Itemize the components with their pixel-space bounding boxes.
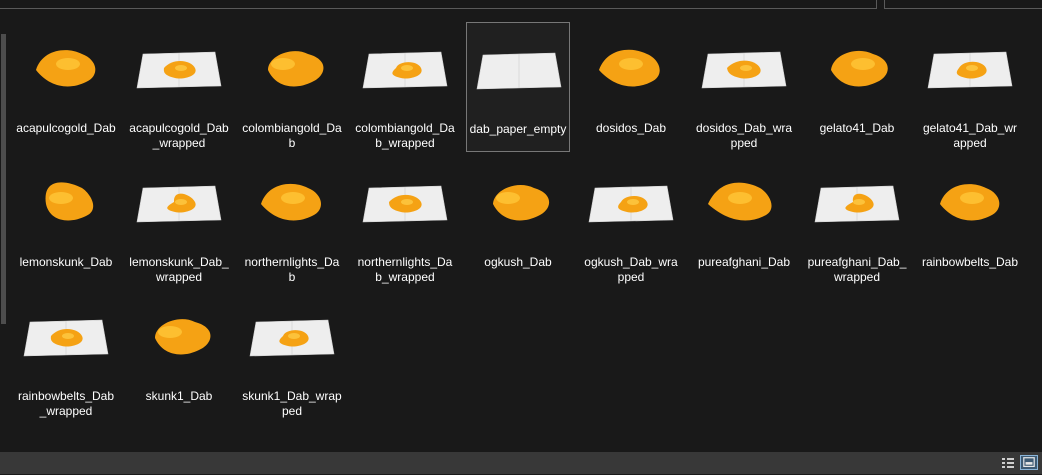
file-name: acapulcogold_Dab: [16, 121, 116, 135]
image-thumbnail: [811, 158, 903, 244]
image-thumbnail: [585, 158, 677, 244]
file-name: dosidos_Dab: [595, 121, 667, 135]
file-name: lemonskunk_Dab: [19, 255, 113, 269]
image-thumbnail: [20, 24, 112, 110]
image-thumbnail: [133, 158, 225, 244]
file-name: pureafghani_Dab: [697, 255, 791, 269]
file-item[interactable]: rainbowbelts_Dab_wrapped: [14, 290, 118, 420]
image-thumbnail: [133, 292, 225, 378]
file-name: rainbowbelts_Dab: [921, 255, 1019, 269]
large-icons-view-icon[interactable]: [1020, 455, 1038, 470]
file-item[interactable]: skunk1_Dab: [127, 290, 231, 420]
file-item[interactable]: gelato41_Dab_wrapped: [918, 22, 1022, 152]
image-thumbnail: [924, 24, 1016, 110]
image-thumbnail: [585, 24, 677, 110]
file-item[interactable]: pureafghani_Dab: [692, 156, 796, 286]
details-view-icon[interactable]: [999, 455, 1017, 470]
file-grid: acapulcogold_Dab acapulcogold_Dab_wrapped…: [14, 22, 1038, 442]
file-item[interactable]: lemonskunk_Dab: [14, 156, 118, 286]
file-item[interactable]: lemonskunk_Dab_wrapped: [127, 156, 231, 286]
file-name: pureafghani_Dab_wrapped: [807, 255, 907, 284]
toolbar: [0, 0, 1042, 12]
file-name: ogkush_Dab: [484, 255, 552, 269]
file-item[interactable]: pureafghani_Dab_wrapped: [805, 156, 909, 286]
image-thumbnail: [924, 158, 1016, 244]
image-thumbnail: [246, 24, 338, 110]
file-item[interactable]: colombiangold_Dab_wrapped: [353, 22, 457, 152]
file-name: lemonskunk_Dab_wrapped: [129, 255, 229, 284]
image-thumbnail: [359, 158, 451, 244]
file-name: acapulcogold_Dab_wrapped: [129, 121, 229, 150]
file-item[interactable]: northernlights_Dab_wrapped: [353, 156, 457, 286]
paper-thumbnail: [473, 25, 565, 111]
file-item[interactable]: gelato41_Dab: [805, 22, 909, 152]
status-bar: [0, 452, 1042, 474]
image-thumbnail: [246, 158, 338, 244]
image-thumbnail: [246, 292, 338, 378]
image-thumbnail: [20, 158, 112, 244]
file-name: skunk1_Dab_wrapped: [242, 389, 342, 418]
search-box[interactable]: [884, 0, 1042, 9]
file-item[interactable]: dosidos_Dab: [579, 22, 683, 152]
file-item[interactable]: colombiangold_Dab: [240, 22, 344, 152]
file-item[interactable]: rainbowbelts_Dab: [918, 156, 1022, 286]
file-name: colombiangold_Dab_wrapped: [355, 121, 455, 150]
image-thumbnail: [359, 24, 451, 110]
file-item[interactable]: northernlights_Dab: [240, 156, 344, 286]
file-name: dosidos_Dab_wrapped: [695, 121, 793, 150]
image-thumbnail: [20, 292, 112, 378]
image-thumbnail: [133, 24, 225, 110]
file-item[interactable]: ogkush_Dab_wrapped: [579, 156, 683, 286]
file-item[interactable]: ogkush_Dab: [466, 156, 570, 286]
file-name: northernlights_Dab: [244, 255, 340, 284]
image-thumbnail: [698, 158, 790, 244]
file-name: gelato41_Dab_wrapped: [922, 121, 1018, 150]
file-item[interactable]: dab_paper_empty: [466, 22, 570, 152]
file-name: ogkush_Dab_wrapped: [584, 255, 678, 284]
file-name: dab_paper_empty: [469, 122, 567, 136]
file-item[interactable]: acapulcogold_Dab: [14, 22, 118, 152]
file-item[interactable]: skunk1_Dab_wrapped: [240, 290, 344, 420]
image-thumbnail: [698, 24, 790, 110]
file-item[interactable]: acapulcogold_Dab_wrapped: [127, 22, 231, 152]
file-name: rainbowbelts_Dab_wrapped: [17, 389, 115, 418]
file-name: gelato41_Dab: [819, 121, 895, 135]
image-thumbnail: [811, 24, 903, 110]
image-thumbnail: [472, 158, 564, 244]
vertical-scrollbar[interactable]: [0, 14, 8, 450]
scrollbar-thumb[interactable]: [1, 34, 6, 324]
file-name: northernlights_Dab_wrapped: [357, 255, 453, 284]
address-bar[interactable]: [0, 0, 877, 9]
file-item[interactable]: dosidos_Dab_wrapped: [692, 22, 796, 152]
file-name: skunk1_Dab: [145, 389, 213, 403]
file-name: colombiangold_Dab: [242, 121, 342, 150]
